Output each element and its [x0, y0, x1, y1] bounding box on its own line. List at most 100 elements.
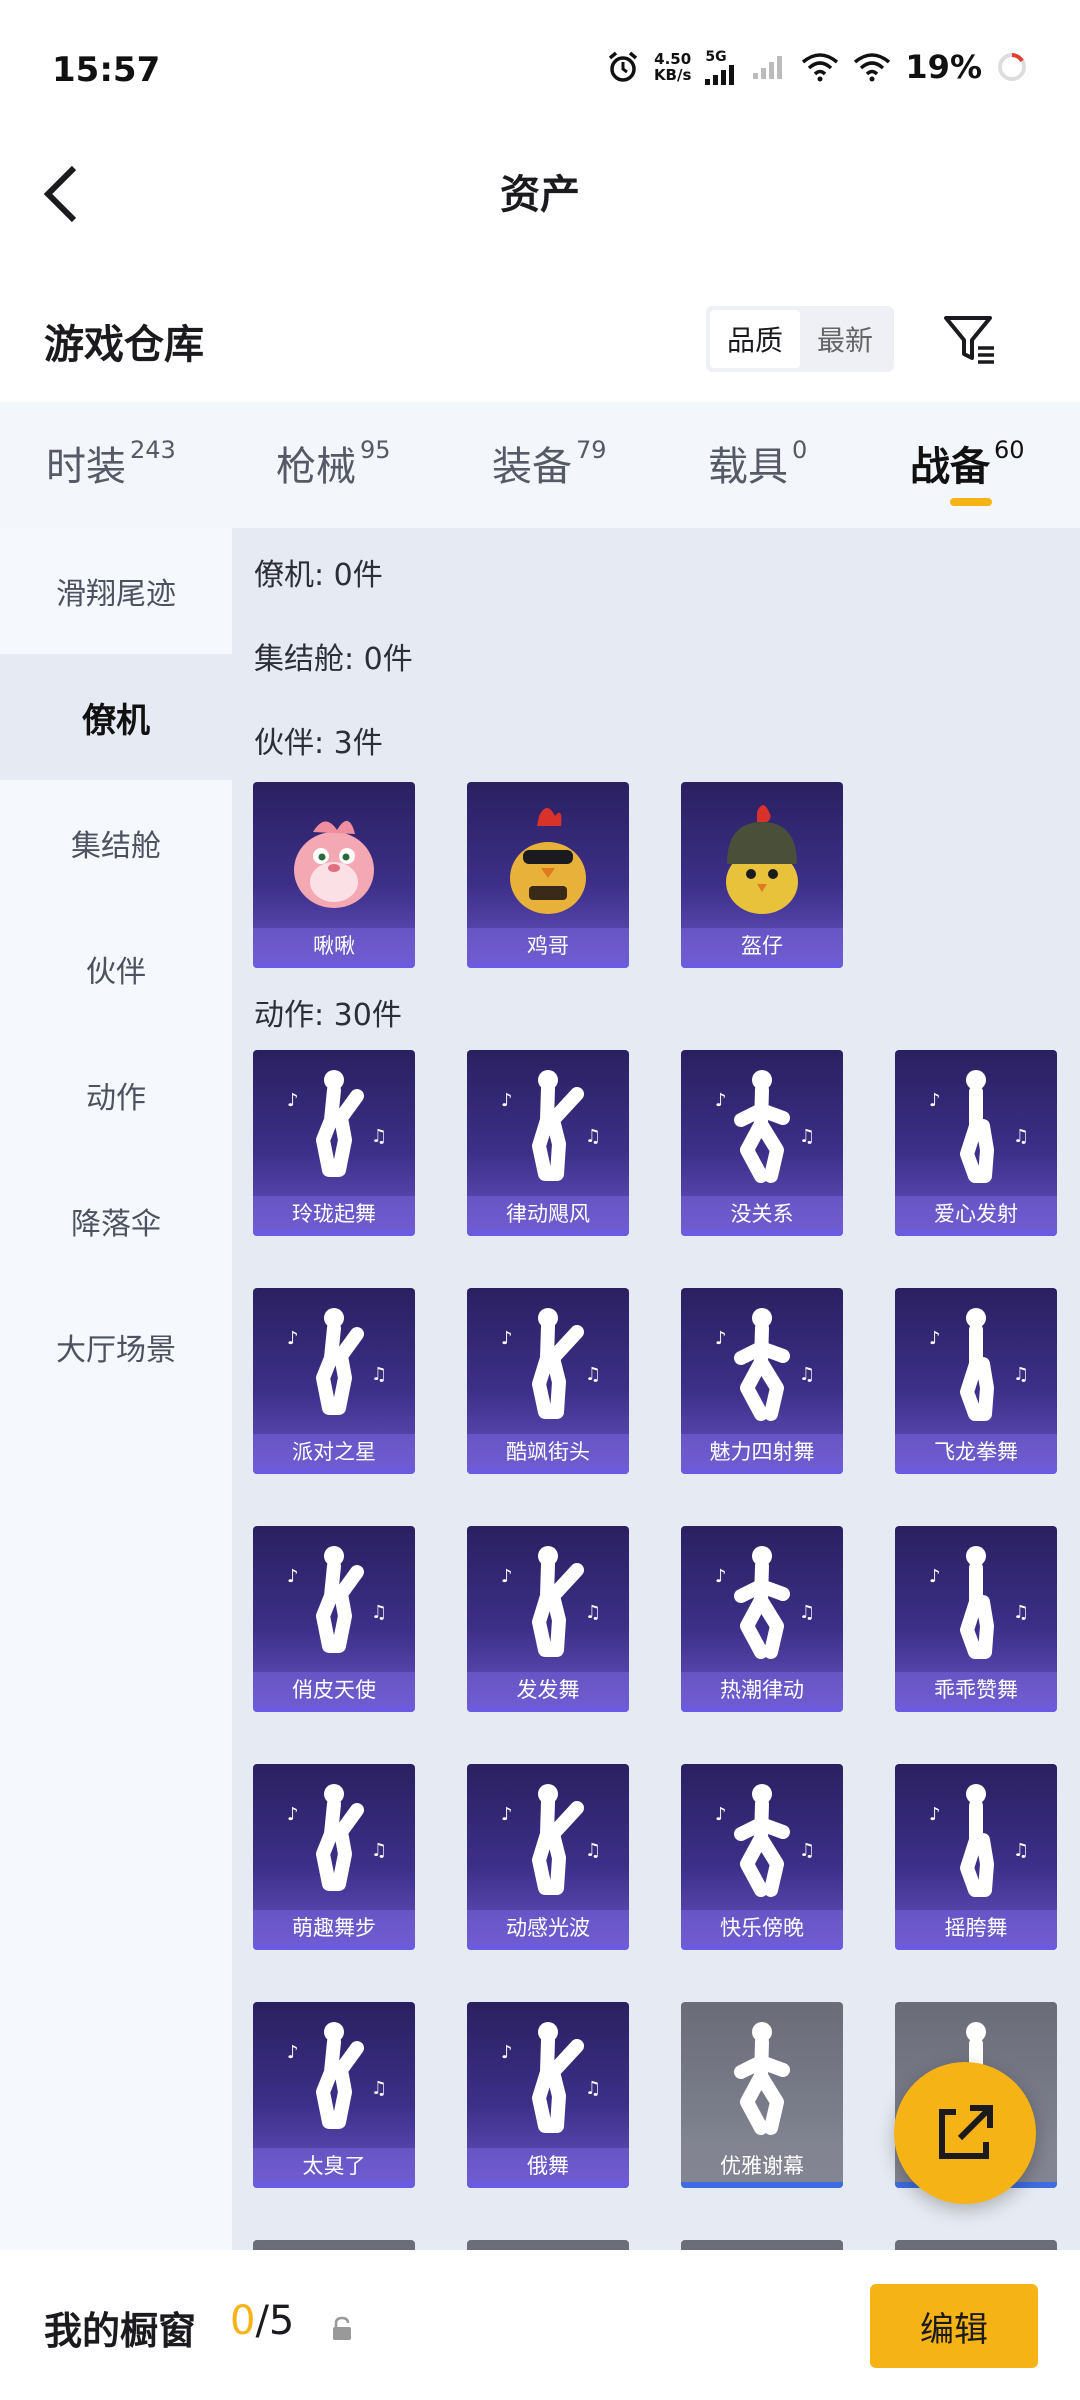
tab-battle-prep[interactable]: 战备 60 — [910, 434, 1025, 492]
tab-equipment-label: 装备 — [492, 444, 572, 490]
dancer-silhouette-icon: ♪♫ — [929, 1784, 1029, 1897]
emote-card[interactable]: ♪ ♫ 动感光波 — [467, 1764, 629, 1950]
bird-icon — [294, 820, 374, 908]
filter-icon — [944, 316, 994, 364]
card-label: 优雅谢幕 — [681, 2148, 843, 2182]
tab-guns[interactable]: 枪械 95 — [276, 434, 391, 492]
card-rarity-bar — [467, 1230, 629, 1236]
dancer-silhouette-icon: ♪♫ — [501, 1784, 601, 1895]
card-rarity-bar — [895, 1468, 1057, 1474]
tab-fashion[interactable]: 时装 243 — [46, 434, 176, 492]
sidebar-item-glide-trail[interactable]: 滑翔尾迹 — [0, 528, 232, 654]
tab-vehicles[interactable]: 载具 0 — [708, 434, 807, 492]
emote-card[interactable] — [681, 2240, 843, 2250]
tab-vehicles-label: 载具 — [708, 444, 788, 490]
status-time: 15:57 — [52, 50, 161, 90]
svg-text:♪: ♪ — [287, 1566, 299, 1587]
svg-text:♪: ♪ — [287, 1804, 299, 1825]
emote-card[interactable]: ♪ ♫ 没关系 — [681, 1050, 843, 1236]
emote-card[interactable]: ♪ ♫ 发发舞 — [467, 1526, 629, 1712]
dancer-silhouette-icon: ♪♫ — [715, 1546, 815, 1659]
svg-text:♫: ♫ — [371, 1364, 387, 1385]
net-speed: 4.50 KB/s — [654, 51, 691, 83]
sidebar-item-wingman[interactable]: 僚机 — [0, 654, 232, 780]
emote-card[interactable]: ♪ ♫ 萌趣舞步 — [253, 1764, 415, 1950]
section-wingman-title: 僚机: 0件 — [254, 558, 383, 593]
tab-equipment-count: 79 — [576, 436, 607, 464]
tab-guns-label: 枪械 — [276, 444, 356, 490]
warehouse-header: 游戏仓库 品质 最新 — [0, 290, 1080, 390]
partner-card[interactable]: 啾啾 — [253, 782, 415, 968]
sort-newest-option[interactable]: 最新 — [800, 310, 890, 368]
card-label: 鸡哥 — [467, 928, 629, 962]
edit-button[interactable]: 编辑 — [870, 2284, 1038, 2368]
emote-card[interactable]: ♪ ♫ 玲珑起舞 — [253, 1050, 415, 1236]
sidebar-item-capsule[interactable]: 集结舱 — [0, 780, 232, 906]
card-rarity-bar — [467, 2182, 629, 2188]
tab-equipment[interactable]: 装备 79 — [492, 434, 607, 492]
card-label: 律动飓风 — [467, 1196, 629, 1230]
svg-text:♪: ♪ — [929, 1566, 941, 1587]
sidebar-item-parachute[interactable]: 降落伞 — [0, 1158, 232, 1284]
emote-card[interactable]: ♪ ♫ 酷飒街头 — [467, 1288, 629, 1474]
sidebar-item-lobby-scene[interactable]: 大厅场景 — [0, 1284, 232, 1410]
dancer-silhouette-icon: ♪♫ — [287, 1546, 387, 1653]
tab-guns-count: 95 — [360, 436, 391, 464]
partner-card[interactable]: 盔仔 — [681, 782, 843, 968]
lock-icon — [333, 2316, 351, 2340]
showcase-current: 0 — [230, 2298, 256, 2344]
net-speed-value: 4.50 — [654, 50, 692, 68]
sort-quality-option[interactable]: 品质 — [710, 310, 800, 368]
sidebar-item-partner[interactable]: 伙伴 — [0, 906, 232, 1032]
svg-text:♪: ♪ — [501, 1804, 513, 1825]
category-tabs: 时装 243 枪械 95 装备 79 载具 0 战备 60 — [0, 402, 1080, 528]
card-label: 没关系 — [681, 1196, 843, 1230]
card-rarity-bar — [681, 1706, 843, 1712]
svg-text:♪: ♪ — [287, 1328, 299, 1349]
emote-card[interactable]: 优雅谢幕 — [681, 2002, 843, 2188]
svg-text:♪: ♪ — [715, 1328, 727, 1349]
status-icons: 4.50 KB/s 5G 19% — [606, 48, 1028, 86]
svg-text:♪: ♪ — [501, 1328, 513, 1349]
emote-card[interactable]: ♪ ♫ 飞龙拳舞 — [895, 1288, 1057, 1474]
emote-card[interactable]: ♪ ♫ 快乐傍晚 — [681, 1764, 843, 1950]
svg-text:♫: ♫ — [371, 1602, 387, 1623]
emote-card[interactable]: ♪ ♫ 摇胯舞 — [895, 1764, 1057, 1950]
tab-fashion-count: 243 — [130, 436, 176, 464]
emote-card[interactable]: ♪ ♫ 俏皮天使 — [253, 1526, 415, 1712]
tab-battle-prep-count: 60 — [994, 436, 1025, 464]
emote-card[interactable] — [253, 2240, 415, 2250]
battery-ring-icon — [998, 53, 1026, 81]
emote-card[interactable]: ♪ ♫ 俄舞 — [467, 2002, 629, 2188]
card-rarity-bar — [681, 962, 843, 968]
dancer-silhouette-icon: ♪♫ — [501, 1308, 601, 1419]
emote-card[interactable]: ♪ ♫ 爱心发射 — [895, 1050, 1057, 1236]
network-type: 5G — [705, 49, 727, 65]
svg-text:♪: ♪ — [715, 1804, 727, 1825]
emote-card[interactable]: ♪ ♫ 派对之星 — [253, 1288, 415, 1474]
emote-card[interactable]: ♪ ♫ 热潮律动 — [681, 1526, 843, 1712]
emote-card[interactable]: ♪ ♫ 太臭了 — [253, 2002, 415, 2188]
active-tab-indicator — [950, 498, 992, 506]
emote-card[interactable]: ♪ ♫ 魅力四射舞 — [681, 1288, 843, 1474]
emote-card[interactable] — [467, 2240, 629, 2250]
emote-card[interactable]: ♪ ♫ 乖乖赞舞 — [895, 1526, 1057, 1712]
sidebar-item-emote[interactable]: 动作 — [0, 1032, 232, 1158]
svg-text:♫: ♫ — [585, 1602, 601, 1623]
dancer-silhouette-icon: ♪♫ — [287, 2022, 387, 2129]
card-rarity-bar — [681, 2182, 843, 2188]
signal-icon — [705, 65, 735, 85]
share-fab-button[interactable] — [894, 2062, 1036, 2204]
card-label: 酷飒街头 — [467, 1434, 629, 1468]
share-icon — [939, 2105, 993, 2159]
card-rarity-bar — [681, 1468, 843, 1474]
top-bar: 资产 — [0, 140, 1080, 250]
showcase-total: /5 — [255, 2298, 295, 2344]
emote-card[interactable]: ♪ ♫ 律动飓风 — [467, 1050, 629, 1236]
filter-button[interactable] — [940, 310, 1000, 370]
card-label: 派对之星 — [253, 1434, 415, 1468]
partner-card[interactable]: 鸡哥 — [467, 782, 629, 968]
card-label: 俄舞 — [467, 2148, 629, 2182]
emote-card[interactable] — [895, 2240, 1057, 2250]
card-label: 俏皮天使 — [253, 1672, 415, 1706]
